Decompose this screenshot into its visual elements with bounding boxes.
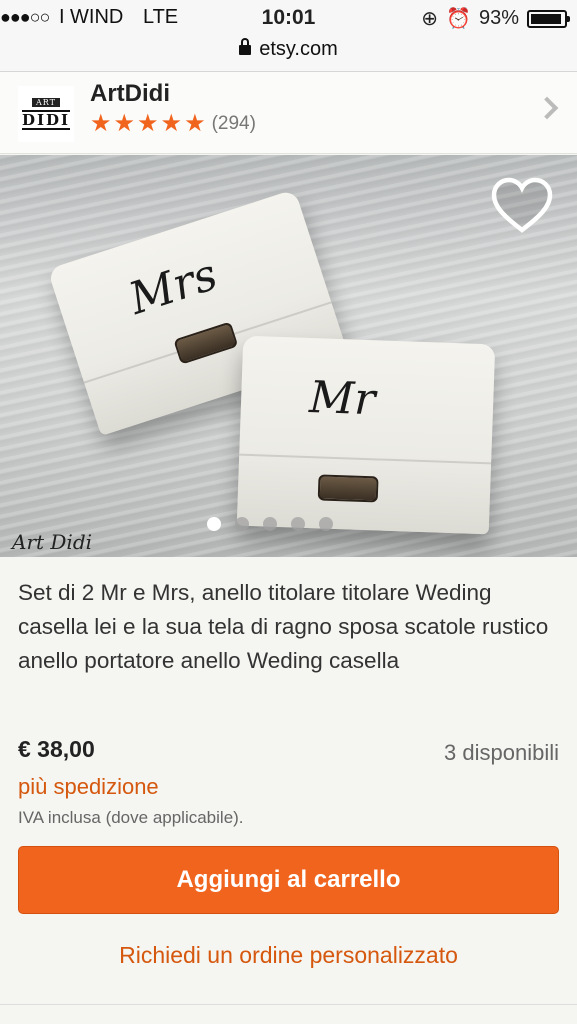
shop-rating: ★ ★ ★ ★ ★ (294) [90,112,256,136]
status-bar: ●●●○○ I WIND LTE 10:01 ⊕ ⏰ 93% [0,0,577,36]
star-icon: ★ [90,110,112,137]
url-text: etsy.com [259,38,338,60]
ring-box-mr: Mr [236,335,496,535]
shop-logo: ART DIDI [18,86,74,142]
carousel-dot[interactable] [290,517,305,531]
shop-name[interactable]: ArtDidi [90,80,170,108]
custom-order-link[interactable]: Richiedi un ordine personalizzato [0,942,577,969]
box-clasp [317,474,379,503]
star-icon: ★ [113,110,136,137]
add-to-cart-button[interactable]: Aggiungi al carrello [18,846,559,914]
review-count: (294) [211,113,256,134]
product-title: Set di 2 Mr e Mrs, anello titolare titol… [18,580,549,673]
favorite-heart-icon[interactable] [491,177,553,235]
product-image-carousel[interactable]: Mrs Mr Art Didi [0,155,577,557]
star-icon: ★ [137,110,159,137]
vat-note: IVA inclusa (dove applicabile). [18,808,244,827]
chevron-right-icon[interactable] [535,96,559,120]
battery-icon [527,9,570,28]
monogram-mr: Mr [308,372,377,426]
shipping-note[interactable]: più spedizione [18,774,159,800]
logo-text-top: ART [32,98,60,107]
carousel-indicators [0,517,577,531]
shop-header[interactable]: ART DIDI ArtDidi ★ ★ ★ ★ ★ (294) [0,72,577,154]
lock-icon [239,38,252,55]
logo-text-main: DIDI [21,110,71,130]
star-icon: ★ [184,110,206,137]
carousel-dot[interactable] [234,517,249,531]
carousel-dot[interactable] [262,517,277,531]
carousel-dot[interactable] [318,517,333,531]
star-icon: ★ [160,110,183,137]
divider [0,1004,577,1005]
carousel-dot[interactable] [206,517,221,531]
battery-percent: 93% [478,7,519,29]
address-bar[interactable]: etsy.com [0,36,577,72]
availability: 3 disponibili [444,740,559,765]
product-price: € 38,00 [18,736,95,762]
status-right: ⊕ ⏰ 93% [421,6,570,31]
alarm-icon: ⏰ [446,8,471,30]
box-clasp [173,321,239,365]
rotation-lock-icon: ⊕ [421,8,439,30]
box-seam [239,453,492,465]
monogram-mrs: Mrs [123,248,224,325]
image-watermark: Art Didi [12,530,93,554]
